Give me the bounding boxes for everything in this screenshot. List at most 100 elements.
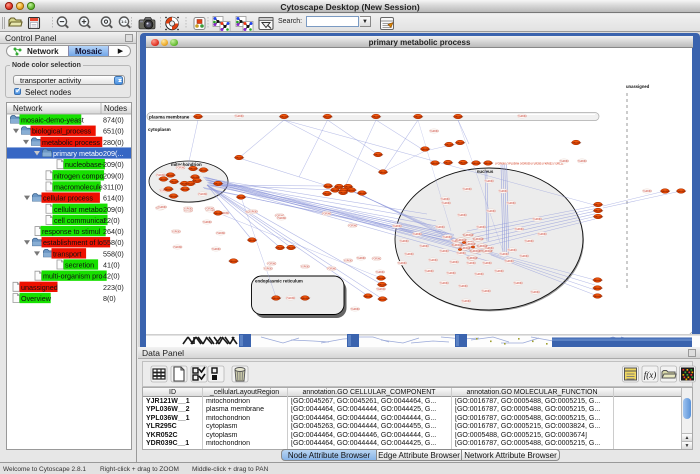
- svg-text:YGR060: YGR060: [578, 161, 588, 163]
- svg-text:874(0): 874(0): [103, 116, 124, 125]
- svg-text:secretion: secretion: [65, 261, 94, 270]
- svg-text:YGR060: YGR060: [216, 233, 226, 235]
- svg-text:cellular metabo: cellular metabo: [54, 205, 103, 214]
- svg-text:YGR060: YGR060: [442, 203, 452, 205]
- svg-text:YGR060W: YGR060W: [322, 117, 333, 119]
- svg-text:YGR060: YGR060: [327, 269, 337, 271]
- svg-text:f(x): f(x): [644, 370, 657, 380]
- svg-text:YGR060W: YGR060W: [593, 217, 604, 219]
- svg-text:209(0): 209(0): [103, 160, 124, 169]
- svg-text:YGR060W: YGR060W: [483, 163, 494, 165]
- svg-text:280(0): 280(0): [103, 138, 124, 147]
- svg-text:YGR060: YGR060: [459, 286, 469, 288]
- svg-text:YGR060: YGR060: [376, 272, 386, 274]
- svg-text:42(0): 42(0): [103, 272, 120, 281]
- svg-text:YGR060: YGR060: [440, 251, 450, 253]
- svg-text:YGR060W: YGR060W: [660, 191, 671, 193]
- svg-text:YGR060W: YGR060W: [373, 155, 384, 157]
- svg-text:YGR060: YGR060: [458, 215, 468, 217]
- svg-text:YGR060W: YGR060W: [300, 298, 311, 300]
- svg-text:YGR060: YGR060: [413, 234, 423, 236]
- svg-text:YGR060W: YGR060W: [420, 149, 431, 151]
- svg-text:YGR060W: YGR060W: [676, 191, 687, 193]
- svg-text:1:1: 1:1: [121, 19, 128, 24]
- svg-text:YGR060W: YGR060W: [413, 117, 424, 119]
- svg-text:YGR060W: YGR060W: [377, 285, 388, 287]
- svg-text:YGR060W: YGR060W: [286, 248, 297, 250]
- svg-text:YGR060: YGR060: [436, 227, 446, 229]
- svg-text:YGR060W: YGR060W: [213, 184, 224, 186]
- svg-text:YGR060W: YGR060W: [279, 117, 290, 119]
- svg-text:YGR060: YGR060: [447, 273, 457, 275]
- svg-text:YGR060W: YGR060W: [471, 163, 482, 165]
- svg-text:YGR060W: YGR060W: [453, 117, 464, 119]
- svg-text:YGR060W: YGR060W: [376, 278, 387, 280]
- svg-text:YGR060W: YGR060W: [185, 184, 196, 186]
- svg-text:YGR060W: YGR060W: [213, 213, 224, 215]
- svg-text:multi-organism pro: multi-organism pro: [43, 272, 103, 281]
- svg-text:YGR060W: YGR060W: [470, 251, 482, 253]
- svg-text:YGR060W: YGR060W: [467, 258, 479, 260]
- svg-text:YGR060: YGR060: [235, 116, 245, 118]
- svg-text:YGR060: YGR060: [508, 250, 518, 252]
- svg-text:YGR060: YGR060: [184, 209, 194, 211]
- svg-text:22(0): 22(0): [103, 216, 120, 225]
- svg-text:YGR060: YGR060: [450, 262, 460, 264]
- svg-text:cytoplasm: cytoplasm: [148, 127, 171, 132]
- svg-text:YGR060: YGR060: [249, 212, 259, 214]
- svg-text:YGR060: YGR060: [475, 274, 485, 276]
- svg-text:223(0): 223(0): [103, 283, 124, 292]
- svg-text:264(0): 264(0): [103, 227, 124, 236]
- svg-text:mosaic-demo-yeast: mosaic-demo-yeast: [21, 116, 84, 125]
- svg-text:YGR060: YGR060: [482, 291, 492, 293]
- svg-text:YGR060: YGR060: [176, 168, 186, 170]
- svg-text:YGR060W: YGR060W: [430, 163, 441, 165]
- svg-text:YGR060: YGR060: [531, 292, 541, 294]
- svg-text:YGR060: YGR060: [443, 237, 453, 239]
- svg-text:YGR060W: YGR060W: [592, 296, 603, 298]
- svg-text:YGR060W: YGR060W: [322, 194, 333, 196]
- svg-text:biological_process: biological_process: [32, 127, 92, 136]
- svg-text:YGR060: YGR060: [172, 232, 182, 234]
- svg-text:YGR060: YGR060: [348, 226, 358, 228]
- svg-text:YGR060W: YGR060W: [477, 246, 489, 248]
- svg-text:YGR060: YGR060: [485, 181, 495, 183]
- svg-text:558(0): 558(0): [103, 249, 124, 258]
- svg-text:(YGR060 (YPL036W (YDR039 (YLR2: (YGR060 (YPL036W (YDR039 (YLR295 (YKR052…: [495, 162, 564, 166]
- svg-text:YGR060: YGR060: [515, 229, 525, 231]
- svg-text:YGR060: YGR060: [643, 191, 653, 193]
- svg-text:cellular process: cellular process: [43, 194, 93, 203]
- svg-text:YGR060: YGR060: [520, 256, 530, 258]
- svg-text:YGR060W: YGR060W: [168, 196, 179, 198]
- svg-text:YGR060: YGR060: [533, 219, 543, 221]
- svg-text:YGR060W: YGR060W: [275, 248, 286, 250]
- svg-text:YGR060: YGR060: [351, 309, 361, 311]
- svg-text:209(...: 209(...: [103, 149, 123, 158]
- svg-text:YGR060W: YGR060W: [463, 235, 475, 237]
- svg-text:Overview: Overview: [21, 294, 52, 303]
- svg-text:YGR060: YGR060: [344, 261, 354, 263]
- svg-text:YGR060: YGR060: [525, 241, 535, 243]
- svg-text:YGR060: YGR060: [500, 254, 510, 256]
- svg-text:YGR060W: YGR060W: [593, 211, 604, 213]
- svg-text:YGR060: YGR060: [203, 222, 213, 224]
- svg-text:YGR060: YGR060: [499, 191, 509, 193]
- svg-text:establishment of lo: establishment of lo: [43, 238, 103, 247]
- svg-text:YGR060W: YGR060W: [443, 163, 454, 165]
- svg-text:metabolic process: metabolic process: [42, 138, 100, 147]
- svg-text:YGR060: YGR060: [514, 283, 524, 285]
- svg-text:endoplasmic reticulum: endoplasmic reticulum: [255, 279, 303, 284]
- svg-text:YGR060: YGR060: [405, 254, 415, 256]
- svg-text:YGR060: YGR060: [429, 260, 439, 262]
- svg-text:YGR060: YGR060: [477, 227, 487, 229]
- svg-text:YGR060W: YGR060W: [323, 186, 334, 188]
- svg-text:macromolecule: macromolecule: [54, 182, 103, 191]
- svg-text:YGR060: YGR060: [357, 258, 367, 260]
- svg-text:nitrogen compo: nitrogen compo: [54, 171, 104, 180]
- svg-text:YGR060: YGR060: [420, 246, 430, 248]
- svg-text:YGR060: YGR060: [430, 131, 440, 133]
- svg-text:YGR060W: YGR060W: [247, 240, 258, 242]
- svg-text:YGR060: YGR060: [463, 189, 473, 191]
- svg-text:YGR060: YGR060: [505, 261, 515, 263]
- svg-text:209(0): 209(0): [103, 205, 124, 214]
